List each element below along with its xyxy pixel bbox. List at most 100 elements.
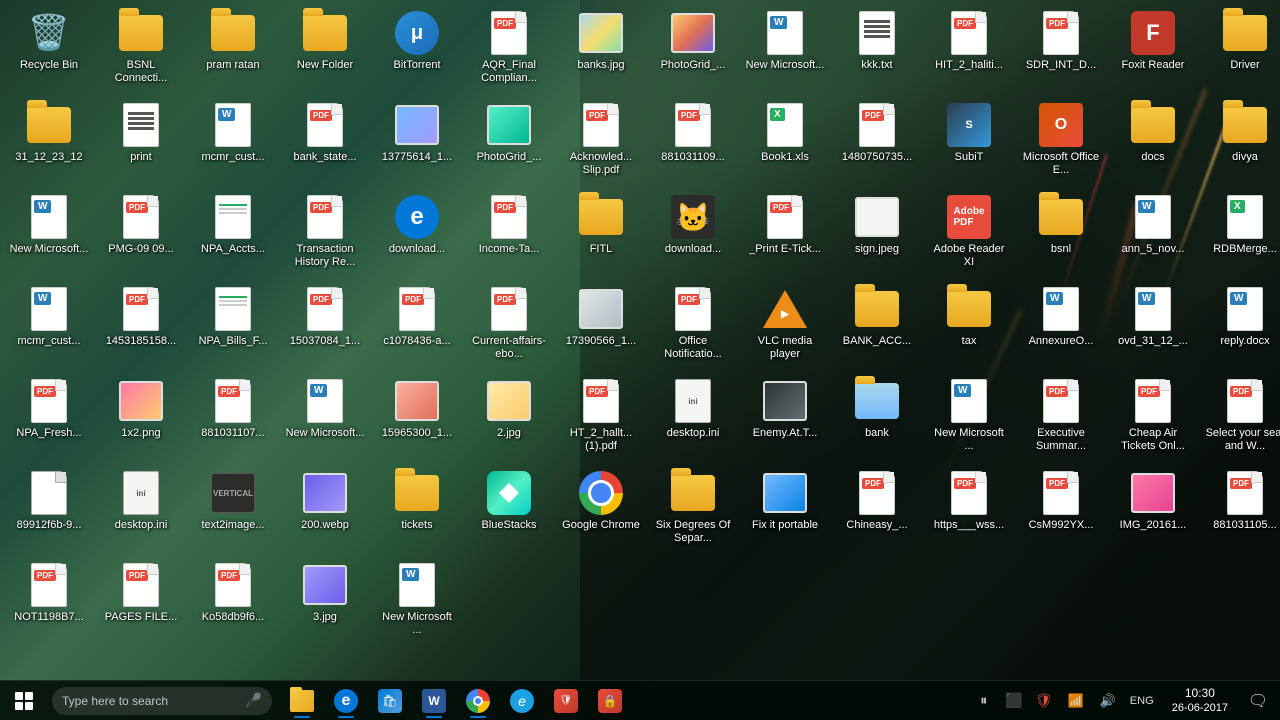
icon-ht2-hallt[interactable]: HT_2_hallt... (1).pdf	[557, 373, 645, 463]
notification-center-button[interactable]: 🗨	[1240, 681, 1276, 720]
icon-enemy-at[interactable]: Enemy.At.T...	[741, 373, 829, 463]
icon-bluestacks[interactable]: BlueStacks	[465, 465, 553, 555]
icon-new-ms4[interactable]: New Microsoft ...	[925, 373, 1013, 463]
icon-adobe-reader[interactable]: AdobePDF Adobe Reader XI	[925, 189, 1013, 279]
music-pause-button[interactable]: ⏸	[970, 687, 998, 715]
icon-divya[interactable]: divya	[1201, 97, 1280, 187]
taskbar-store[interactable]: 🛍	[368, 681, 412, 720]
icon-89912f6b[interactable]: 89912f6b-9...	[5, 465, 93, 555]
icon-mcmr-cust2[interactable]: mcmr_cust...	[5, 281, 93, 371]
icon-ovd31[interactable]: ovd_31_12_...	[1109, 281, 1197, 371]
icon-fix-portable[interactable]: Fix it portable	[741, 465, 829, 555]
icon-15965300[interactable]: 15965300_1...	[373, 373, 461, 463]
icon-bank-state[interactable]: bank_state...	[281, 97, 369, 187]
icon-kkk-txt[interactable]: kkk.txt	[833, 5, 921, 95]
icon-csm992yx[interactable]: CsM992YX...	[1017, 465, 1105, 555]
icon-new-ms1[interactable]: New Microsoft...	[741, 5, 829, 95]
tray-network[interactable]: 📶	[1060, 681, 1092, 720]
taskbar-chrome[interactable]	[456, 681, 500, 720]
icon-office-notif[interactable]: Office Notificatio...	[649, 281, 737, 371]
taskbar-antivirus[interactable]: 🔒	[588, 681, 632, 720]
icon-photogrid2[interactable]: PhotoGrid_...	[465, 97, 553, 187]
icon-reply-docx[interactable]: reply.docx	[1201, 281, 1280, 371]
icon-banks-jpg[interactable]: banks.jpg	[557, 5, 645, 95]
icon-desktop-ini2[interactable]: ini desktop.ini	[97, 465, 185, 555]
icon-transaction-history[interactable]: Transaction History Re...	[281, 189, 369, 279]
icon-881031109[interactable]: 881031109...	[649, 97, 737, 187]
icon-881031107[interactable]: 881031107...	[189, 373, 277, 463]
icon-https-wss[interactable]: https___wss...	[925, 465, 1013, 555]
icon-pages-file[interactable]: PAGES FILE...	[97, 557, 185, 647]
icon-15037084[interactable]: 15037084_1...	[281, 281, 369, 371]
icon-date-folder[interactable]: 31_12_23_12	[5, 97, 93, 187]
icon-driver[interactable]: Driver	[1201, 5, 1280, 95]
icon-sdr-int[interactable]: SDR_INT_D...	[1017, 5, 1105, 95]
icon-bsnl-connecti[interactable]: BSNL Connecti...	[97, 5, 185, 95]
taskbar-app1[interactable]: 🛡	[544, 681, 588, 720]
icon-hit2-halti[interactable]: HIT_2_haliti...	[925, 5, 1013, 95]
icon-npa-bills[interactable]: NPA_Bills_F...	[189, 281, 277, 371]
icon-foxit-reader[interactable]: Foxit Reader	[1109, 5, 1197, 95]
icon-new-ms2[interactable]: New Microsoft...	[5, 189, 93, 279]
icon-photogrid[interactable]: PhotoGrid_...	[649, 5, 737, 95]
taskbar-search[interactable]: Type here to search 🎤	[52, 687, 272, 715]
icon-13775614[interactable]: 13775614_1...	[373, 97, 461, 187]
icon-pram-ratan[interactable]: pram ratan	[189, 5, 277, 95]
tray-antivirus[interactable]: 🛡	[1028, 681, 1060, 720]
icon-book1-xls[interactable]: Book1.xls	[741, 97, 829, 187]
icon-c1078436[interactable]: c1078436-a...	[373, 281, 461, 371]
icon-1480750735[interactable]: 1480750735...	[833, 97, 921, 187]
taskbar-ie[interactable]: e	[500, 681, 544, 720]
icon-tax[interactable]: tax	[925, 281, 1013, 371]
taskbar-edge[interactable]: e	[324, 681, 368, 720]
icon-download1[interactable]: e download...	[373, 189, 461, 279]
icon-bittorrent[interactable]: μ BitTorrent	[373, 5, 461, 95]
icon-income-tax[interactable]: Income-Ta...	[465, 189, 553, 279]
icon-bsnl2[interactable]: bsnl	[1017, 189, 1105, 279]
tray-volume[interactable]: 🔊	[1092, 681, 1124, 720]
icon-img-20161[interactable]: IMG_20161...	[1109, 465, 1197, 555]
icon-bank-acc[interactable]: BANK_ACC...	[833, 281, 921, 371]
icon-1x2png[interactable]: 1x2.png	[97, 373, 185, 463]
microphone-icon[interactable]: 🎤	[245, 692, 262, 709]
icon-bank[interactable]: bank	[833, 373, 921, 463]
taskbar-word[interactable]: W	[412, 681, 456, 720]
icon-npa-fresh[interactable]: NPA_Fresh...	[5, 373, 93, 463]
icon-docs[interactable]: docs	[1109, 97, 1197, 187]
icon-rdbmerge[interactable]: RDBMerge...	[1201, 189, 1280, 279]
icon-acknowledge[interactable]: Acknowled... Slip.pdf	[557, 97, 645, 187]
icon-executive[interactable]: Executive Summar...	[1017, 373, 1105, 463]
icon-fitl[interactable]: FITL	[557, 189, 645, 279]
start-button[interactable]	[0, 681, 48, 720]
icon-recycle-bin[interactable]: 🗑️ Recycle Bin	[5, 5, 93, 95]
icon-npa-accts[interactable]: NPA_Accts...	[189, 189, 277, 279]
icon-3jpg[interactable]: 3.jpg	[281, 557, 369, 647]
icon-annexure[interactable]: AnnexureO...	[1017, 281, 1105, 371]
icon-new-ms5[interactable]: New Microsoft ...	[373, 557, 461, 647]
icon-six-degrees[interactable]: Six Degrees Of Separ...	[649, 465, 737, 555]
icon-select-seat[interactable]: Select your seat and W...	[1201, 373, 1280, 463]
icon-pmg-09[interactable]: PMG-09 09...	[97, 189, 185, 279]
icon-print[interactable]: print	[97, 97, 185, 187]
icon-aqr-final[interactable]: AQR_Final Complian...	[465, 5, 553, 95]
icon-1453185158[interactable]: 1453185158...	[97, 281, 185, 371]
icon-not1198b7[interactable]: NOT1198B7...	[5, 557, 93, 647]
icon-print-e-tick[interactable]: _Print E-Tick...	[741, 189, 829, 279]
icon-881031105[interactable]: 881031105...	[1201, 465, 1280, 555]
icon-vlc[interactable]: ▶ VLC media player	[741, 281, 829, 371]
icon-sign-jpeg[interactable]: sign.jpeg	[833, 189, 921, 279]
system-clock[interactable]: 10:30 26-06-2017	[1160, 681, 1240, 720]
icon-17390566[interactable]: 17390566_1...	[557, 281, 645, 371]
music-stop-button[interactable]: ⬛	[1000, 687, 1028, 715]
icon-cheap-air[interactable]: Cheap Air Tickets Onl...	[1109, 373, 1197, 463]
icon-tickets[interactable]: tickets	[373, 465, 461, 555]
icon-text2image[interactable]: VERTICAL text2image...	[189, 465, 277, 555]
icon-200webp[interactable]: 200.webp	[281, 465, 369, 555]
taskbar-file-explorer[interactable]	[280, 681, 324, 720]
icon-chineasy[interactable]: Chineasy_...	[833, 465, 921, 555]
icon-mcmr-cust1[interactable]: mcmr_cust...	[189, 97, 277, 187]
icon-google-chrome[interactable]: Google Chrome	[557, 465, 645, 555]
icon-new-folder[interactable]: New Folder	[281, 5, 369, 95]
icon-msoffice-e[interactable]: O Microsoft Office E...	[1017, 97, 1105, 187]
icon-ann5nov[interactable]: ann_5_nov...	[1109, 189, 1197, 279]
